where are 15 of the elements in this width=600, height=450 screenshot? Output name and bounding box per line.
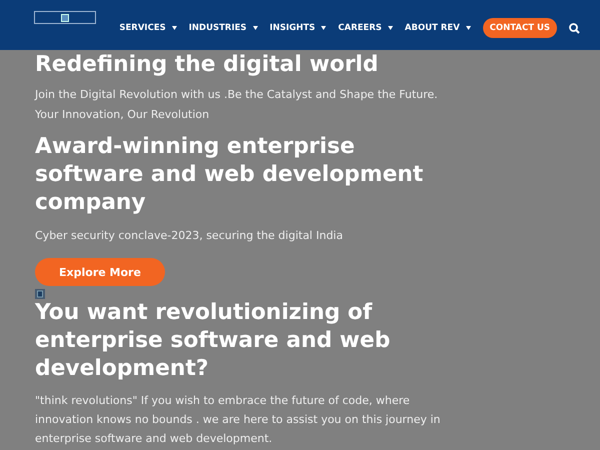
nav-link[interactable]: CAREERS bbox=[338, 23, 393, 33]
section-text: "think revolutions" If you wish to embrace the future of code, where innovation knows no bounds . we are here to assist you on this journey in enterprise software and web development. bbox=[35, 393, 442, 447]
hero-title: Redefining the digital world bbox=[35, 51, 380, 79]
nav-link[interactable]: INSIGHTS bbox=[270, 23, 326, 33]
nav-link[interactable]: ABOUT REV bbox=[404, 23, 471, 33]
search-icon[interactable] bbox=[569, 22, 580, 34]
nav-link[interactable]: INDUSTRIES bbox=[188, 23, 258, 33]
broken-image-icon bbox=[35, 289, 45, 299]
hero-intro: Join the Digital Revolution with us .Be the Catalyst and Shape the Future. Your Innovation, Our Revolution bbox=[35, 87, 439, 123]
hero-caption: Cyber security conclave-2023, securing the digital India bbox=[35, 228, 344, 244]
logo[interactable] bbox=[34, 11, 96, 24]
broken-image-icon bbox=[61, 14, 69, 22]
nav-link[interactable]: SERVICES bbox=[119, 23, 177, 33]
hero-headline: Award-winning enterprise software and web development company bbox=[35, 133, 424, 217]
section-title: You want revolutionizing of enterprise software and web development? bbox=[35, 299, 392, 383]
